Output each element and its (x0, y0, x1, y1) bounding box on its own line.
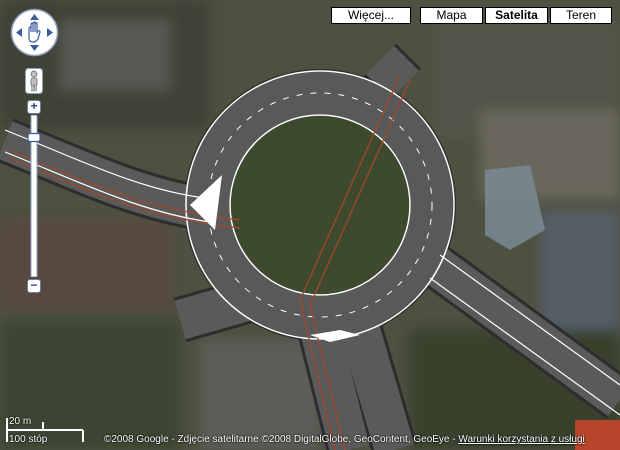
satellite-map[interactable] (0, 0, 620, 450)
zoom-in-button[interactable]: + (27, 100, 41, 114)
map-type-map-button[interactable]: Mapa (420, 7, 483, 24)
zoom-out-button[interactable]: − (27, 279, 41, 293)
zoom-handle[interactable] (27, 132, 41, 143)
map-type-satellite-button[interactable]: Satelita (485, 7, 548, 24)
attribution-text: ©2008 Google - Zdjęcie satelitarne ©2008… (104, 434, 459, 445)
zoom-slider[interactable] (27, 115, 41, 277)
scale-imperial-label: 100 stóp (9, 434, 48, 445)
pegman-icon[interactable] (25, 68, 43, 94)
navigation-pad[interactable] (10, 8, 59, 57)
terms-of-use-link[interactable]: Warunki korzystania z usługi (458, 434, 584, 445)
more-button[interactable]: Więcej... (331, 7, 411, 24)
scale-metric-label: 20 m (9, 416, 32, 427)
map-type-terrain-button[interactable]: Teren (550, 7, 612, 24)
scale-bar: 20 m 100 stóp (5, 416, 85, 448)
attribution: ©2008 Google - Zdjęcie satelitarne ©2008… (104, 434, 585, 445)
